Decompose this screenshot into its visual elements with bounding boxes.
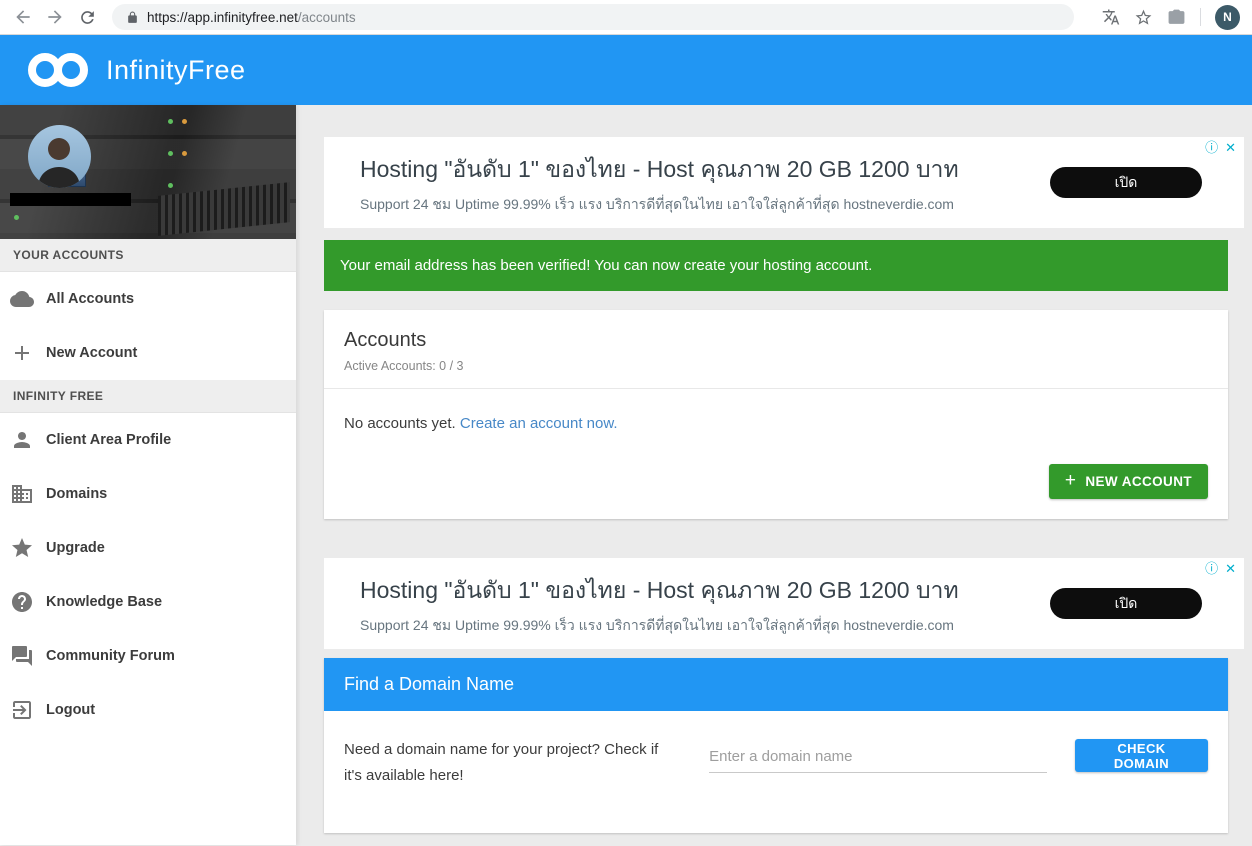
person-icon <box>10 428 34 452</box>
accounts-card-footer: + NEW ACCOUNT <box>324 464 1228 519</box>
sidebar-item-logout[interactable]: Logout <box>0 683 296 737</box>
led-decoration <box>14 215 19 220</box>
domain-search-input[interactable] <box>709 741 1047 773</box>
ad-open-button[interactable]: เปิด <box>1050 588 1202 619</box>
led-decoration <box>182 151 187 156</box>
new-account-button[interactable]: + NEW ACCOUNT <box>1049 464 1208 499</box>
ad-open-button[interactable]: เปิด <box>1050 167 1202 198</box>
led-decoration <box>168 183 173 188</box>
bookmark-star-icon[interactable] <box>1134 8 1153 27</box>
forum-icon <box>10 644 34 668</box>
logout-icon <box>10 698 34 722</box>
infinity-logo-icon[interactable] <box>24 48 92 92</box>
sidebar-item-label: Client Area Profile <box>46 432 171 448</box>
find-domain-panel: Find a Domain Name Need a domain name fo… <box>324 658 1228 833</box>
no-accounts-text: No accounts yet. <box>344 415 460 432</box>
forward-icon[interactable] <box>42 4 68 30</box>
camera-icon[interactable] <box>1167 8 1186 27</box>
sidebar-item-new-account[interactable]: New Account <box>0 326 296 380</box>
adchoices-controls: ⓘ ✕ <box>1205 141 1236 154</box>
brand-name[interactable]: InfinityFree <box>106 55 246 86</box>
section-infinity-free: INFINITY FREE <box>0 380 296 413</box>
address-bar[interactable]: https://app.infinityfree.net/accounts <box>112 4 1074 30</box>
sidebar-item-label: Logout <box>46 702 95 718</box>
adchoices-info-icon[interactable]: ⓘ <box>1205 562 1218 575</box>
accounts-title: Accounts <box>344 329 1208 352</box>
section-your-accounts: YOUR ACCOUNTS <box>0 239 296 272</box>
sidebar-item-upgrade[interactable]: Upgrade <box>0 521 296 575</box>
adchoices-info-icon[interactable]: ⓘ <box>1205 141 1218 154</box>
email-verified-alert: Your email address has been verified! Yo… <box>324 240 1228 291</box>
sidebar-item-community-forum[interactable]: Community Forum <box>0 629 296 683</box>
profile-banner <box>0 105 296 239</box>
profile-avatar <box>28 125 91 188</box>
sidebar: YOUR ACCOUNTS All Accounts New Account I… <box>0 105 296 845</box>
sidebar-item-client-area-profile[interactable]: Client Area Profile <box>0 413 296 467</box>
new-account-button-label: NEW ACCOUNT <box>1085 474 1192 489</box>
ad-banner-bottom[interactable]: ⓘ ✕ Hosting "อันดับ 1" ของไทย - Host คุณ… <box>324 558 1244 649</box>
app-header: InfinityFree <box>0 35 1252 105</box>
domain-icon <box>10 482 34 506</box>
adchoices-controls: ⓘ ✕ <box>1205 562 1236 575</box>
url-path: /accounts <box>298 10 356 25</box>
led-decoration <box>182 119 187 124</box>
plus-icon <box>10 341 34 365</box>
find-domain-body: Need a domain name for your project? Che… <box>324 711 1228 833</box>
ad-close-icon[interactable]: ✕ <box>1225 141 1236 154</box>
help-icon <box>10 590 34 614</box>
sidebar-item-label: Upgrade <box>46 540 105 556</box>
ad-banner-top[interactable]: ⓘ ✕ Hosting "อันดับ 1" ของไทย - Host คุณ… <box>324 137 1244 228</box>
ad-close-icon[interactable]: ✕ <box>1225 562 1236 575</box>
create-account-link[interactable]: Create an account now. <box>460 415 618 432</box>
lock-icon <box>126 11 139 24</box>
find-domain-title: Find a Domain Name <box>324 658 1228 711</box>
find-domain-description: Need a domain name for your project? Che… <box>344 737 667 833</box>
check-domain-button[interactable]: CHECK DOMAIN <box>1075 739 1208 772</box>
sidebar-item-label: Domains <box>46 486 107 502</box>
sidebar-item-domains[interactable]: Domains <box>0 467 296 521</box>
active-accounts-count: Active Accounts: 0 / 3 <box>344 359 1208 373</box>
led-decoration <box>168 119 173 124</box>
sidebar-item-label: New Account <box>46 345 137 361</box>
back-icon[interactable] <box>10 4 36 30</box>
sidebar-item-label: All Accounts <box>46 291 134 307</box>
star-icon <box>10 536 34 560</box>
cloud-icon <box>10 287 34 311</box>
reload-icon[interactable] <box>74 4 100 30</box>
username-redacted <box>10 193 131 206</box>
browser-actions: N <box>1102 5 1240 30</box>
url-host: https://app.infinityfree.net <box>147 10 298 25</box>
sidebar-item-all-accounts[interactable]: All Accounts <box>0 272 296 326</box>
led-decoration <box>168 151 173 156</box>
server-vents-decoration <box>158 182 290 236</box>
browser-chrome: https://app.infinityfree.net/accounts N <box>0 0 1252 35</box>
browser-profile-avatar[interactable]: N <box>1215 5 1240 30</box>
divider <box>1200 8 1201 26</box>
accounts-card-header: Accounts Active Accounts: 0 / 3 <box>324 310 1228 389</box>
main-content: ⓘ ✕ Hosting "อันดับ 1" ของไทย - Host คุณ… <box>296 105 1252 845</box>
translate-icon[interactable] <box>1102 8 1120 26</box>
sidebar-item-label: Knowledge Base <box>46 594 162 610</box>
sidebar-item-label: Community Forum <box>46 648 175 664</box>
url-text: https://app.infinityfree.net/accounts <box>147 10 356 25</box>
accounts-card-body: No accounts yet. Create an account now. <box>324 389 1228 464</box>
sidebar-item-knowledge-base[interactable]: Knowledge Base <box>0 575 296 629</box>
accounts-card: Accounts Active Accounts: 0 / 3 No accou… <box>324 310 1228 519</box>
plus-icon: + <box>1065 470 1077 492</box>
